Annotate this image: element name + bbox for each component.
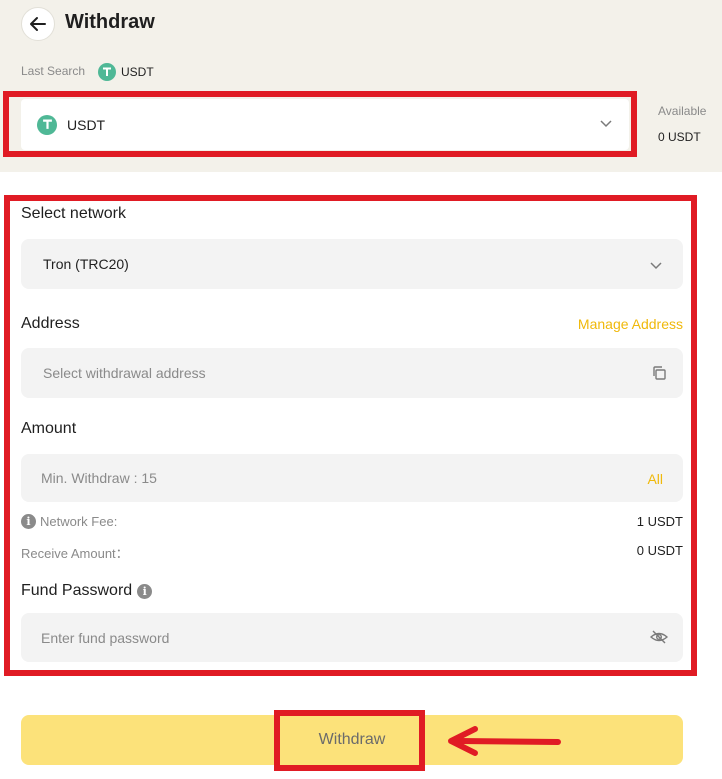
annotation-box-button — [274, 710, 425, 771]
tether-icon — [98, 63, 116, 81]
annotation-arrow-icon — [448, 726, 561, 756]
available-value: 0 USDT — [658, 130, 701, 144]
back-button[interactable] — [21, 7, 55, 41]
last-search-coin: USDT — [121, 65, 154, 79]
page-title: Withdraw — [65, 11, 155, 33]
arrow-left-icon — [30, 17, 46, 31]
last-search-chip-usdt[interactable]: USDT — [98, 63, 154, 81]
annotation-box-coin — [3, 91, 637, 157]
available-label: Available — [658, 104, 707, 118]
annotation-box-form — [4, 195, 697, 676]
last-search-label: Last Search — [21, 64, 86, 78]
